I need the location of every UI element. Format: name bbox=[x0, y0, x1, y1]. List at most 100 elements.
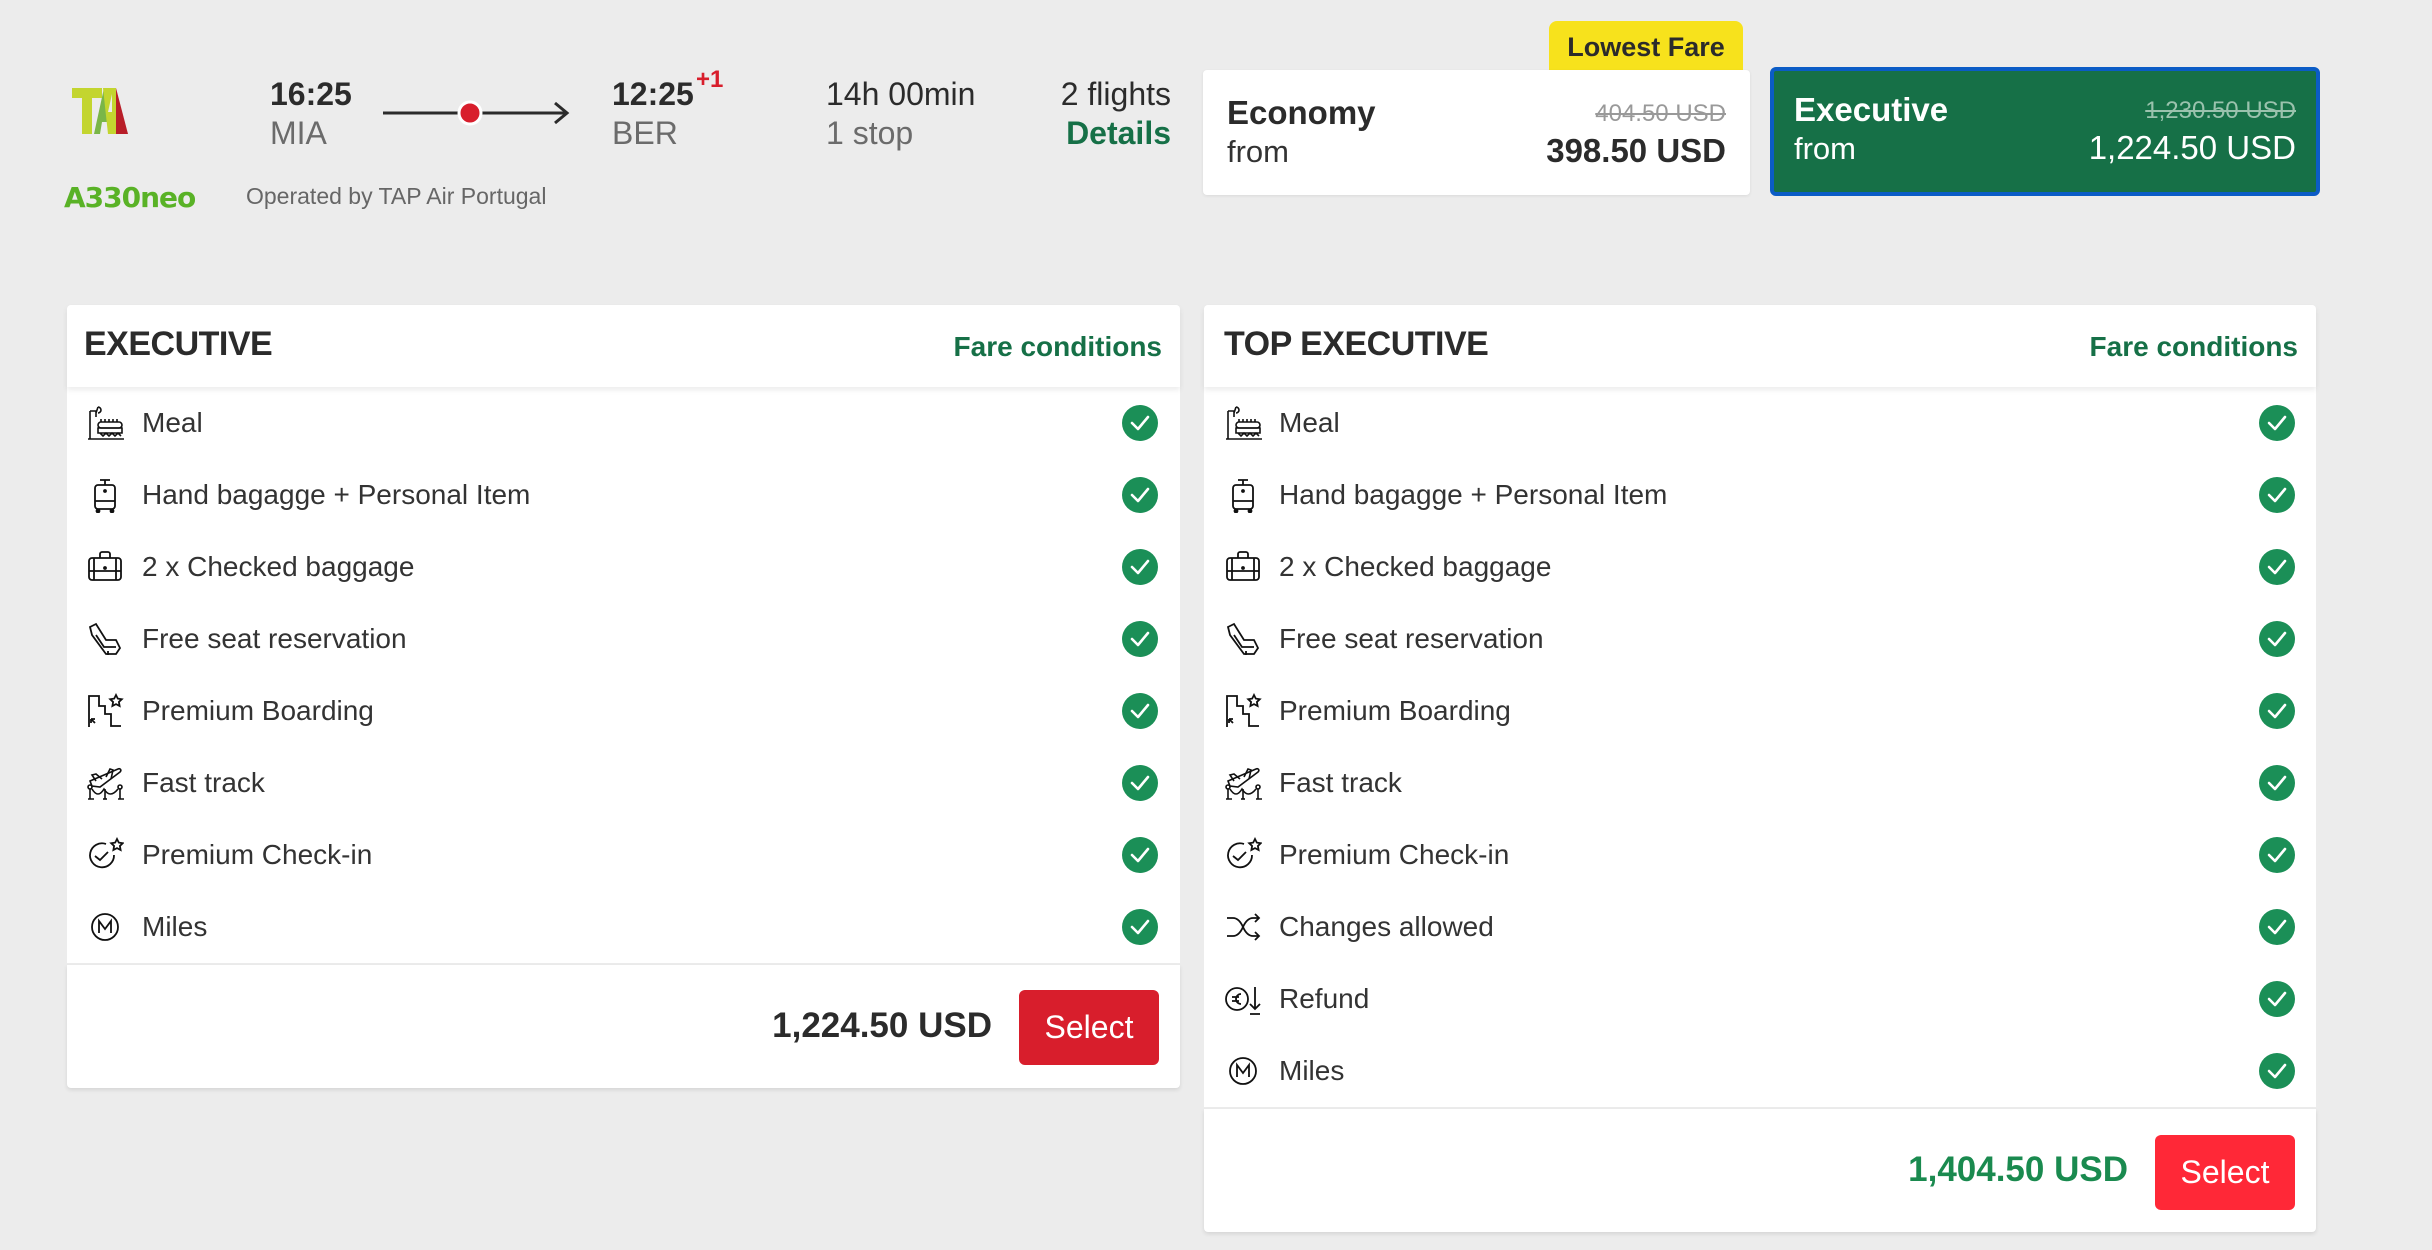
meal-icon bbox=[86, 405, 124, 441]
panel-footer: 1,224.50 USD Select bbox=[67, 965, 1180, 1088]
stop-dot-icon bbox=[457, 100, 483, 126]
fast-track-icon bbox=[86, 765, 124, 801]
panel-title: EXECUTIVE bbox=[84, 325, 273, 363]
meal-icon bbox=[1224, 405, 1262, 441]
arrival-airport: BER bbox=[612, 115, 678, 151]
feature-row: Free seat reservation bbox=[1204, 603, 2316, 675]
operated-by: Operated by TAP Air Portugal bbox=[246, 183, 547, 209]
feature-row: Miles bbox=[67, 891, 1180, 963]
feature-label: Miles bbox=[1279, 1055, 1345, 1086]
check-circle-icon bbox=[2259, 621, 2295, 657]
feature-row: Refund bbox=[1204, 963, 2316, 1035]
panel-footer: 1,404.50 USD Select bbox=[1204, 1109, 2316, 1232]
fare-old-price: 404.50 USD bbox=[1595, 100, 1726, 127]
route-line bbox=[382, 100, 572, 126]
check-circle-icon bbox=[2259, 477, 2295, 513]
details-link[interactable]: Details bbox=[1066, 115, 1171, 151]
panel-header: TOP EXECUTIVE Fare conditions bbox=[1204, 305, 2316, 387]
check-circle-icon bbox=[2259, 909, 2295, 945]
feature-list: Meal Hand bagagge + Personal Item 2 x Chec… bbox=[67, 387, 1180, 963]
departure-airport: MIA bbox=[270, 115, 327, 151]
check-circle-icon bbox=[1122, 909, 1158, 945]
feature-row: Premium Check-in bbox=[1204, 819, 2316, 891]
fare-price: 398.50 USD bbox=[1546, 132, 1726, 169]
tap-logo bbox=[72, 82, 160, 134]
feature-label: Premium Check-in bbox=[1279, 839, 1510, 870]
aircraft-logo: A330neo bbox=[64, 180, 224, 214]
select-button[interactable]: Select bbox=[2155, 1135, 2295, 1210]
premium-checkin-icon bbox=[86, 836, 125, 873]
feature-row: Hand bagagge + Personal Item bbox=[1204, 459, 2316, 531]
checked-baggage-icon bbox=[86, 549, 124, 585]
feature-label: Miles bbox=[142, 911, 208, 942]
feature-label: 2 x Checked baggage bbox=[142, 551, 415, 582]
feature-row: Meal bbox=[67, 387, 1180, 459]
hand-baggage-icon bbox=[86, 477, 124, 514]
check-circle-icon bbox=[2259, 549, 2295, 585]
miles-icon bbox=[86, 909, 124, 945]
lowest-fare-badge: Lowest Fare bbox=[1549, 21, 1743, 73]
check-circle-icon bbox=[1122, 621, 1158, 657]
economy-fare-card[interactable]: Economy from 404.50 USD 398.50 USD bbox=[1203, 70, 1750, 195]
departure-time: 16:25 bbox=[270, 76, 352, 112]
fare-total-price: 1,404.50 USD bbox=[1908, 1150, 2128, 1189]
feature-row: Fast track bbox=[1204, 747, 2316, 819]
fare-total-price: 1,224.50 USD bbox=[772, 1006, 992, 1045]
fare-name: Economy bbox=[1227, 94, 1376, 131]
day-offset: +1 bbox=[696, 66, 724, 93]
fast-track-icon bbox=[1224, 765, 1262, 801]
top-executive-fare-panel: TOP EXECUTIVE Fare conditions Meal Hand b… bbox=[1204, 305, 2316, 1232]
feature-row: 2 x Checked baggage bbox=[67, 531, 1180, 603]
feature-label: Changes allowed bbox=[1279, 911, 1494, 942]
check-circle-icon bbox=[1122, 693, 1158, 729]
checked-baggage-icon bbox=[1224, 549, 1262, 585]
premium-checkin-icon bbox=[1224, 836, 1263, 873]
premium-boarding-icon bbox=[1224, 692, 1262, 729]
fare-price: 1,224.50 USD bbox=[2088, 129, 2296, 166]
feature-label: Premium Check-in bbox=[142, 839, 373, 870]
feature-label: Free seat reservation bbox=[142, 623, 407, 654]
refund-icon bbox=[1224, 981, 1262, 1017]
check-circle-icon bbox=[2259, 765, 2295, 801]
feature-row: Premium Boarding bbox=[67, 675, 1180, 747]
feature-label: Meal bbox=[1279, 407, 1340, 438]
feature-row: Changes allowed bbox=[1204, 891, 2316, 963]
check-circle-icon bbox=[1122, 765, 1158, 801]
check-circle-icon bbox=[1122, 837, 1158, 873]
svg-text:A330neo: A330neo bbox=[64, 181, 196, 212]
feature-row: Premium Boarding bbox=[1204, 675, 2316, 747]
stops-count: 1 stop bbox=[826, 115, 914, 151]
fare-conditions-link[interactable]: Fare conditions bbox=[2090, 331, 2298, 363]
feature-label: Hand bagagge + Personal Item bbox=[142, 479, 531, 510]
feature-label: Premium Boarding bbox=[1279, 695, 1511, 726]
feature-row: Meal bbox=[1204, 387, 2316, 459]
feature-label: Refund bbox=[1279, 983, 1370, 1014]
seat-icon bbox=[86, 621, 124, 657]
feature-row: Hand bagagge + Personal Item bbox=[67, 459, 1180, 531]
feature-label: Fast track bbox=[1279, 767, 1402, 798]
fare-from-label: from bbox=[1794, 131, 1856, 166]
executive-fare-panel: EXECUTIVE Fare conditions Meal Hand bagag… bbox=[67, 305, 1180, 1088]
check-circle-icon bbox=[1122, 549, 1158, 585]
check-circle-icon bbox=[2259, 1053, 2295, 1089]
feature-row: 2 x Checked baggage bbox=[1204, 531, 2316, 603]
hand-baggage-icon bbox=[1224, 477, 1262, 514]
select-button[interactable]: Select bbox=[1019, 990, 1159, 1065]
feature-row: Premium Check-in bbox=[67, 819, 1180, 891]
executive-fare-card[interactable]: Executive from 1,230.50 USD 1,224.50 USD bbox=[1770, 67, 2320, 196]
fare-old-price: 1,230.50 USD bbox=[2145, 97, 2296, 124]
check-circle-icon bbox=[1122, 405, 1158, 441]
premium-boarding-icon bbox=[86, 692, 124, 729]
fare-from-label: from bbox=[1227, 134, 1289, 169]
check-circle-icon bbox=[2259, 693, 2295, 729]
fare-conditions-link[interactable]: Fare conditions bbox=[954, 331, 1162, 363]
check-circle-icon bbox=[2259, 981, 2295, 1017]
check-circle-icon bbox=[2259, 405, 2295, 441]
feature-label: 2 x Checked baggage bbox=[1279, 551, 1552, 582]
panel-title: TOP EXECUTIVE bbox=[1224, 325, 1489, 363]
fare-name: Executive bbox=[1794, 91, 1949, 128]
feature-label: Hand bagagge + Personal Item bbox=[1279, 479, 1668, 510]
check-circle-icon bbox=[2259, 837, 2295, 873]
flights-count: 2 flights bbox=[1060, 76, 1171, 112]
panel-header: EXECUTIVE Fare conditions bbox=[67, 305, 1180, 387]
